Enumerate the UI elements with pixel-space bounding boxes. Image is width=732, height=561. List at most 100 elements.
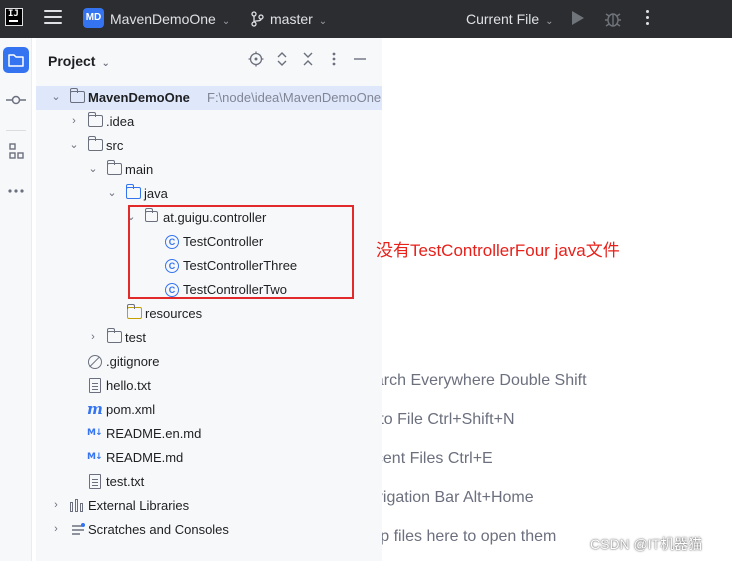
tree-label: README.md <box>106 450 184 465</box>
source-folder-icon <box>126 184 141 199</box>
tree-label: Scratches and Consoles <box>88 522 229 537</box>
commit-icon <box>6 95 26 105</box>
folder-icon <box>107 160 122 175</box>
tree-row-readme[interactable]: M↓ README.md <box>36 446 382 470</box>
run-config-label: Current File <box>466 11 540 27</box>
tree-row-src[interactable]: ⌄ src <box>36 134 382 158</box>
watermark: CSDN @IT机器猫 <box>590 536 703 552</box>
chevron-down-icon: ⌄ <box>318 16 328 27</box>
project-badge[interactable]: MD <box>83 8 104 28</box>
project-name: MavenDemoOne <box>110 11 216 27</box>
tree-path: F:\node\idea\MavenDemoOne <box>207 90 382 105</box>
tree-label: .idea <box>106 114 135 129</box>
git-branch-icon[interactable] <box>250 11 264 27</box>
chevron-right-icon[interactable]: › <box>87 331 99 343</box>
commit-tool-button[interactable] <box>3 87 29 113</box>
panel-title: Project <box>48 53 96 69</box>
chevron-down-icon[interactable]: ⌄ <box>106 187 118 199</box>
branch-selector[interactable]: master ⌄ <box>270 11 327 27</box>
chevron-right-icon[interactable]: › <box>50 523 62 535</box>
hint-recent-files: ecent Files Ctrl+E <box>382 450 493 467</box>
tree-label: MavenDemoOne <box>88 90 190 105</box>
project-selector[interactable]: MavenDemoOne ⌄ <box>110 11 230 27</box>
folder-icon <box>8 54 24 67</box>
tree-row-scratches[interactable]: › Scratches and Consoles <box>36 518 382 542</box>
bug-icon[interactable] <box>604 9 622 29</box>
tree-row-idea[interactable]: › .idea <box>36 110 382 134</box>
project-tool-button[interactable] <box>3 47 29 73</box>
tree-label: pom.xml <box>106 402 156 417</box>
tree-label: main <box>125 162 154 177</box>
collapse-all-icon[interactable] <box>300 51 316 67</box>
folder-icon <box>88 112 103 127</box>
chevron-down-icon[interactable]: ⌄ <box>50 91 62 103</box>
panel-header: Project ⌄ <box>36 38 382 82</box>
tool-window-strip <box>0 38 32 561</box>
tree-label: src <box>106 138 124 153</box>
chevron-right-icon[interactable]: › <box>68 115 80 127</box>
tree-row-external-libraries[interactable]: › External Libraries <box>36 494 382 518</box>
hide-icon[interactable] <box>352 51 368 67</box>
tree-label: resources <box>145 306 203 321</box>
hint-search-everywhere: earch Everywhere Double Shift <box>382 372 587 389</box>
text-file-icon <box>89 474 101 489</box>
editor-empty-area[interactable]: earch Everywhere Double Shift o to File … <box>382 38 732 561</box>
gitignore-icon <box>88 355 102 369</box>
chevron-down-icon: ⌄ <box>101 58 110 69</box>
tree-label: java <box>144 186 168 201</box>
annotation-text: 没有TestControllerFour java文件 <box>376 241 620 260</box>
toolstrip-divider <box>6 130 26 131</box>
intellij-logo-icon[interactable]: IJ <box>5 8 23 26</box>
chevron-right-icon[interactable]: › <box>50 499 62 511</box>
logo-text: IJ <box>8 9 19 19</box>
locate-icon[interactable] <box>248 51 264 67</box>
tree-row-pom[interactable]: m pom.xml <box>36 398 382 422</box>
chevron-down-icon[interactable]: ⌄ <box>87 163 99 175</box>
structure-tool-button[interactable] <box>3 138 29 164</box>
tree-row-main[interactable]: ⌄ main <box>36 158 382 182</box>
expand-all-icon[interactable] <box>274 51 290 67</box>
more-tools-button[interactable] <box>3 178 29 204</box>
tree-label: test <box>125 330 146 345</box>
tree-label: README.en.md <box>106 426 202 441</box>
project-view-selector[interactable]: Project ⌄ <box>48 53 110 69</box>
tree-row-gitignore[interactable]: .gitignore <box>36 350 382 374</box>
tree-row-testtxt[interactable]: test.txt <box>36 470 382 494</box>
structure-icon <box>9 143 24 159</box>
library-icon <box>70 499 84 512</box>
tree-row-test[interactable]: › test <box>36 326 382 350</box>
folder-icon <box>88 136 103 151</box>
tree-row-hello[interactable]: hello.txt <box>36 374 382 398</box>
markdown-icon: M↓ <box>87 428 102 438</box>
tree-label: .gitignore <box>106 354 160 369</box>
maven-icon: m <box>87 400 103 418</box>
text-file-icon <box>89 378 101 393</box>
play-icon[interactable] <box>572 11 584 25</box>
more-horizontal-icon <box>8 189 24 193</box>
chevron-down-icon[interactable]: ⌄ <box>68 139 80 151</box>
tree-row-resources[interactable]: resources <box>36 302 382 326</box>
hint-drop-files: rop files here to open them <box>382 528 557 545</box>
hint-navigation-bar: avigation Bar Alt+Home <box>382 489 534 506</box>
chevron-down-icon: ⌄ <box>545 16 554 27</box>
project-panel: Project ⌄ ⌄ MavenDemoOne F:\node\idea\Mav… <box>36 38 382 561</box>
title-bar: IJ MD MavenDemoOne ⌄ master ⌄ Current File… <box>0 0 732 38</box>
tree-label: test.txt <box>106 474 145 489</box>
options-icon[interactable] <box>326 51 342 67</box>
scratches-icon <box>72 523 85 535</box>
tree-row-readme-en[interactable]: M↓ README.en.md <box>36 422 382 446</box>
folder-icon <box>107 328 122 343</box>
hint-go-to-file: o to File Ctrl+Shift+N <box>382 411 515 428</box>
markdown-icon: M↓ <box>87 452 102 462</box>
run-config-selector[interactable]: Current File ⌄ <box>466 11 554 27</box>
tree-row-root[interactable]: ⌄ MavenDemoOne F:\node\idea\MavenDemoOne <box>36 86 382 110</box>
branch-name: master <box>270 11 313 27</box>
tree-row-java[interactable]: ⌄ java <box>36 182 382 206</box>
resources-folder-icon <box>127 304 142 319</box>
tree-label: hello.txt <box>106 378 151 393</box>
tree-label: External Libraries <box>88 498 190 513</box>
hamburger-icon[interactable] <box>44 10 62 26</box>
annotation-highlight-box <box>128 205 354 299</box>
module-folder-icon <box>70 88 85 103</box>
more-vertical-icon[interactable] <box>646 10 650 28</box>
